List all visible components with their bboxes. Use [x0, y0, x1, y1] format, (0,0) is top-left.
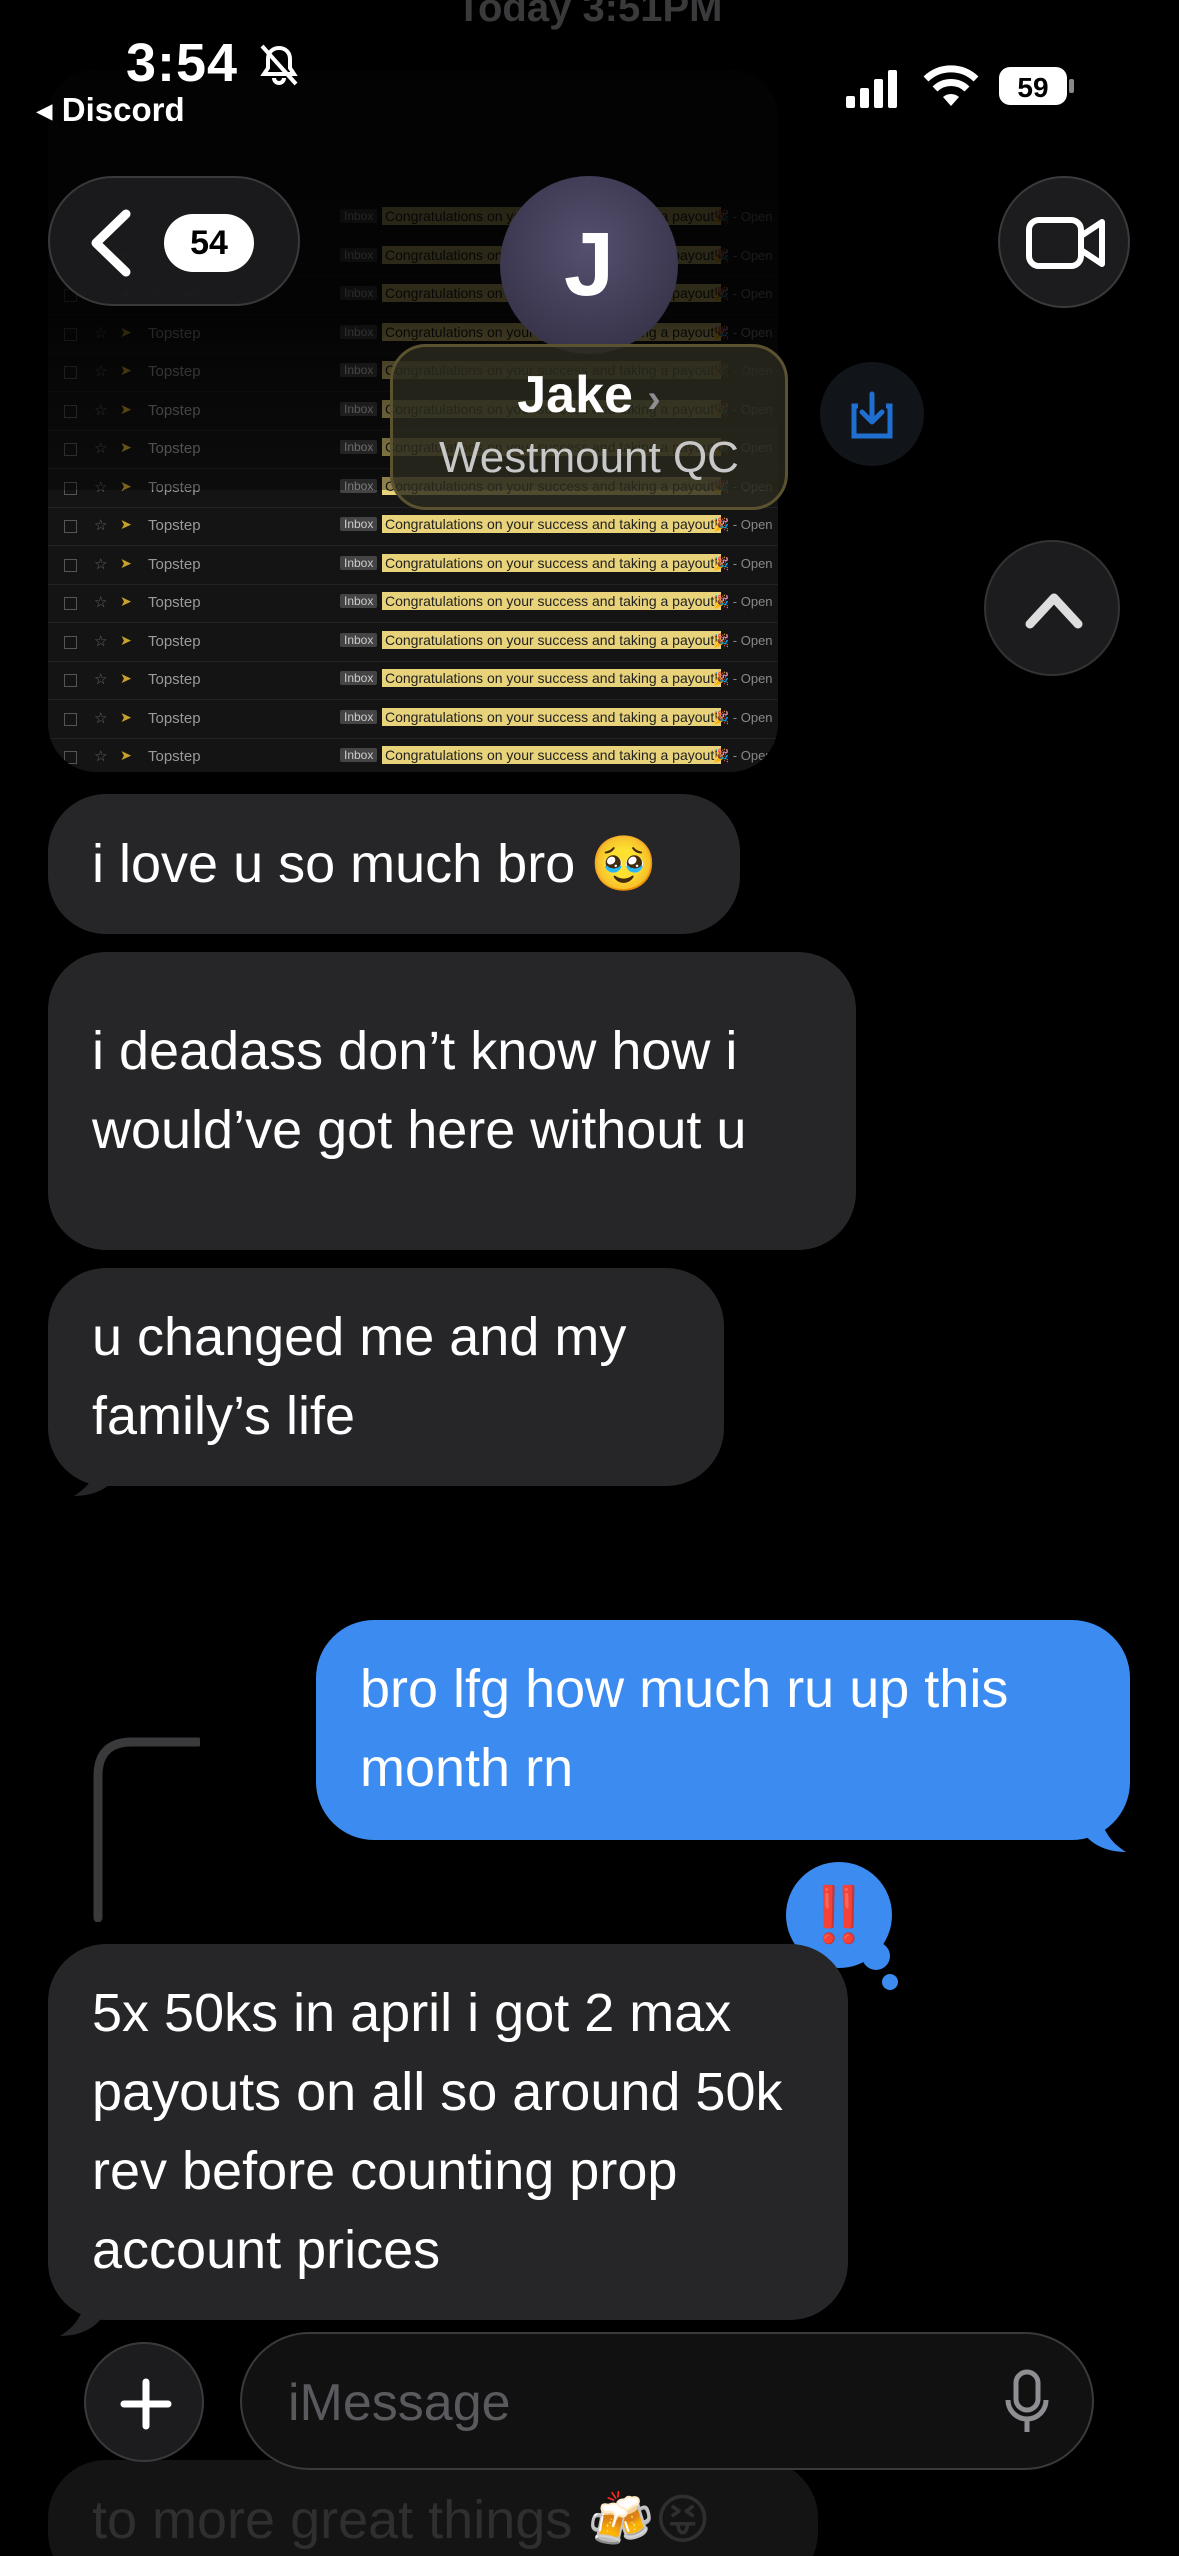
inbox-tag: Inbox [340, 555, 378, 570]
email-subject: Congratulations on your success and taki… [382, 669, 722, 687]
email-subject: Congratulations on your success and taki… [382, 746, 722, 764]
contact-name: Jake [517, 366, 633, 424]
bubble-tail [60, 2290, 106, 2336]
checkbox [64, 597, 77, 610]
star-icon: ☆ [94, 594, 108, 611]
email-sender: Topstep [148, 594, 201, 611]
back-app-label: Discord [61, 91, 185, 128]
email-row: ☆ ➤ Topstep Inbox Congratulations on your su… [48, 508, 778, 546]
email-tail: 🎉 - Open [713, 671, 773, 686]
scroll-up-button[interactable] [984, 540, 1120, 676]
battery-icon: 59 [999, 67, 1074, 105]
tapback-tail [882, 1974, 898, 1990]
video-camera-icon [1026, 217, 1105, 269]
importance-marker-icon: ➤ [120, 516, 132, 532]
star-icon: ☆ [94, 709, 108, 727]
message-composer[interactable] [240, 2332, 1094, 2470]
email-sender: Topstep [148, 517, 201, 534]
back-button[interactable]: 54 [48, 176, 300, 306]
bubble-tail [1080, 1806, 1126, 1852]
checkbox [64, 751, 77, 764]
email-sender: Topstep [148, 555, 201, 573]
email-row: ☆ ➤ Topstep Inbox Congratulations on your su… [48, 739, 778, 772]
email-tail: 🎉 - Open [713, 632, 773, 648]
imessage-input[interactable] [288, 2368, 928, 2438]
star-icon: ☆ [94, 632, 108, 650]
cellular-signal-icon [846, 70, 897, 108]
bubble-tail [74, 1450, 120, 1496]
chevron-right-icon: › [647, 377, 661, 421]
checkbox [64, 674, 77, 687]
message-bubble-received[interactable]: 5x 50ks in april i got 2 max payouts on … [48, 1944, 848, 2320]
timestamp: Today 3:51PM [456, 0, 723, 30]
tapback-tail [862, 1942, 890, 1970]
bell-slash-icon [260, 44, 298, 86]
email-row: ☆ ➤ Topstep Inbox Congratulations on your su… [48, 585, 778, 623]
email-subject: Congratulations on your success and taki… [382, 515, 722, 533]
inbox-tag: Inbox [340, 709, 378, 724]
battery-level: 59 [1017, 72, 1048, 103]
back-to-app-link[interactable]: ◂ Discord [36, 90, 185, 129]
add-attachment-button[interactable] [84, 2342, 204, 2462]
message-bubble-sent[interactable]: bro lfg how much ru up this month rn [316, 1620, 1130, 1840]
email-tail: 🎉 - Open [713, 594, 773, 609]
unread-count-badge: 54 [164, 214, 254, 272]
email-tail: 🎉 - Open [713, 517, 773, 532]
importance-marker-icon: ➤ [120, 554, 132, 571]
importance-marker-icon: ➤ [120, 670, 132, 686]
star-icon: ☆ [94, 748, 108, 765]
email-sender: Topstep [148, 709, 201, 727]
importance-marker-icon: ➤ [120, 631, 132, 648]
checkbox [64, 558, 77, 572]
reply-thread-line [93, 1737, 200, 1922]
inbox-tag: Inbox [340, 517, 378, 531]
email-row: ☆ ➤ Topstep Inbox Congratulations on your su… [48, 662, 778, 700]
email-row: ☆ ➤ Topstep Inbox Congratulations on your su… [48, 624, 778, 662]
message-bubble-received-faded: to more great things 🍻😝 [48, 2460, 818, 2556]
chevron-left-icon [91, 209, 131, 277]
checkbox [64, 520, 77, 533]
star-icon: ☆ [94, 671, 108, 688]
importance-marker-icon: ➤ [120, 593, 132, 609]
contact-avatar[interactable]: J [500, 176, 678, 354]
email-tail: 🎉 - Open [713, 555, 773, 571]
inbox-tag: Inbox [340, 748, 378, 762]
email-subject: Congratulations on your success and taki… [382, 630, 722, 649]
email-sender: Topstep [148, 748, 201, 765]
facetime-video-button[interactable] [998, 176, 1130, 308]
star-icon: ☆ [94, 517, 108, 534]
email-row: ☆ ➤ Topstep Inbox Congratulations on your su… [48, 547, 778, 585]
save-image-button[interactable] [820, 362, 924, 466]
checkbox [64, 635, 77, 649]
message-bubble-received[interactable]: i love u so much bro 🥹 [48, 794, 740, 934]
checkbox [64, 712, 77, 726]
importance-marker-icon: ➤ [120, 708, 132, 725]
message-bubble-received[interactable]: u changed me and my family’s life [48, 1268, 724, 1486]
chevron-up-icon [1025, 593, 1083, 629]
email-tail: 🎉 - Open [713, 709, 773, 725]
message-bubble-received[interactable]: i deadass don’t know how i would’ve got … [48, 952, 856, 1250]
importance-marker-icon: ➤ [120, 747, 132, 763]
email-row: ☆ ➤ Topstep Inbox Congratulations on your su… [48, 701, 778, 739]
wifi-icon [923, 65, 979, 106]
contact-location: Westmount QC [439, 433, 739, 482]
email-tail: 🎉 - Open [713, 748, 773, 763]
email-subject: Congratulations on your success and taki… [382, 707, 722, 726]
plus-icon [120, 2378, 172, 2430]
download-icon [851, 391, 893, 439]
email-subject: Congratulations on your success and taki… [382, 553, 722, 572]
inbox-tag: Inbox [340, 594, 378, 608]
contact-name-button[interactable]: Jake › Westmount QC [390, 344, 788, 510]
inbox-tag: Inbox [340, 632, 378, 647]
email-sender: Topstep [148, 632, 201, 650]
email-sender: Topstep [148, 671, 201, 688]
status-time: 3:54 [126, 33, 239, 93]
star-icon: ☆ [94, 555, 108, 573]
email-subject: Congratulations on your success and taki… [382, 592, 722, 610]
microphone-icon[interactable] [1004, 2368, 1050, 2438]
inbox-tag: Inbox [340, 671, 378, 685]
